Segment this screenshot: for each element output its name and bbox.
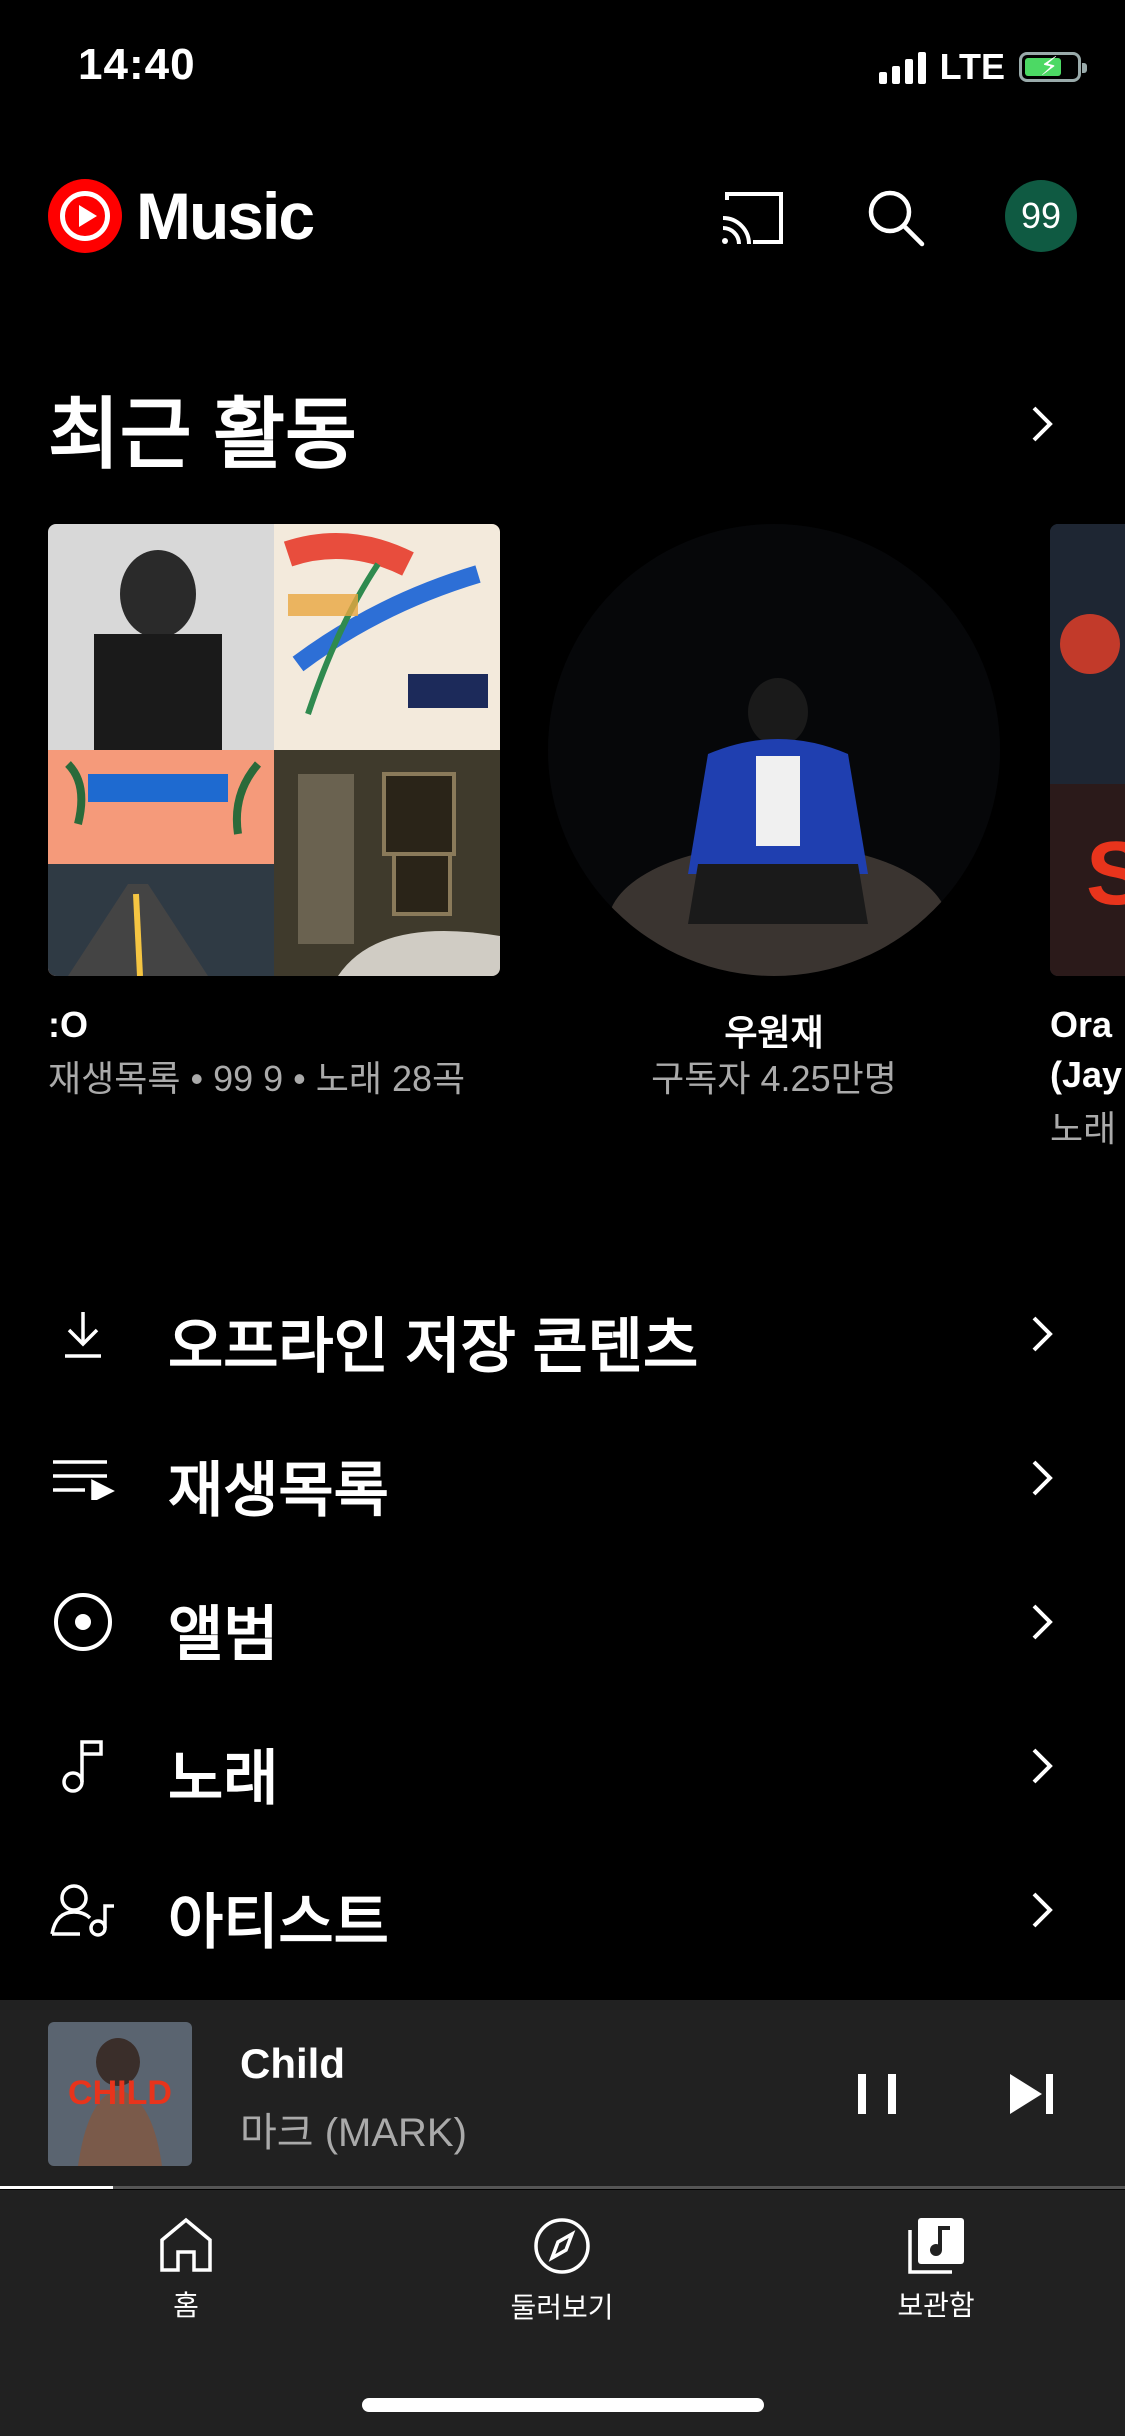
- menu-offline-content[interactable]: 오프라인 저장 콘텐츠: [0, 1262, 1125, 1406]
- network-type: LTE: [939, 46, 1005, 87]
- library-icon: [908, 2218, 964, 2274]
- menu-albums[interactable]: 앨범: [0, 1550, 1125, 1694]
- download-icon: [48, 1299, 118, 1369]
- pause-button[interactable]: [846, 2062, 910, 2126]
- status-time: 14:40: [78, 40, 196, 89]
- search-icon[interactable]: [856, 178, 936, 258]
- menu-artists[interactable]: 아티스트: [0, 1838, 1125, 1982]
- chevron-right-icon: [1022, 1314, 1062, 1359]
- card-subtitle: 구독자 4.25만명: [651, 1058, 897, 1099]
- chevron-right-icon: [1022, 1890, 1062, 1935]
- logo-play-icon: [48, 179, 122, 253]
- artist-photo[interactable]: [548, 524, 1000, 976]
- album-icon: [48, 1587, 118, 1657]
- now-playing-title: Child: [240, 2040, 345, 2087]
- home-indicator: [362, 2398, 764, 2412]
- mini-player[interactable]: CHILD Child 마크 (MARK): [0, 2000, 1125, 2188]
- home-icon: [160, 2217, 212, 2272]
- chevron-right-icon: [1022, 1602, 1062, 1647]
- chevron-right-icon: [1022, 1458, 1062, 1503]
- artist-icon: [48, 1875, 118, 1945]
- playlist-cover[interactable]: [48, 524, 500, 976]
- section-title: 최근 활동: [48, 390, 357, 478]
- menu-label: 재생목록: [168, 1457, 389, 1524]
- nav-label: 보관함: [897, 2290, 975, 2321]
- next-button[interactable]: [1000, 2062, 1064, 2126]
- nav-label: 홈: [173, 2290, 199, 2321]
- card-title-line2: (Jay: [1050, 1054, 1123, 1095]
- nav-explore[interactable]: 둘러보기: [442, 2216, 682, 2326]
- menu-label: 앨범: [168, 1601, 279, 1668]
- nav-home[interactable]: 홈: [66, 2216, 306, 2324]
- menu-label: 아티스트: [168, 1889, 389, 1956]
- section-more-chevron-icon[interactable]: [1022, 404, 1062, 449]
- explore-icon: [534, 2218, 590, 2274]
- battery-icon: ⚡: [1019, 51, 1087, 82]
- music-note-icon: [48, 1731, 118, 1801]
- nav-label: 둘러보기: [510, 2292, 614, 2323]
- chevron-right-icon: [1022, 1746, 1062, 1791]
- now-playing-artist: 마크 (MARK): [240, 2111, 467, 2155]
- art-title-text: CHILD: [68, 2074, 172, 2112]
- card-title: 우원재: [724, 1012, 824, 1053]
- playlist-icon: [48, 1443, 118, 1513]
- cast-icon[interactable]: [712, 178, 792, 258]
- now-playing-art: CHILD: [48, 2022, 192, 2166]
- card-subtitle: 재생목록 • 99 9 • 노래 28곡: [48, 1058, 466, 1099]
- menu-playlists[interactable]: 재생목록: [0, 1406, 1125, 1550]
- signal-icon: [878, 50, 926, 84]
- svg-text:S: S: [1086, 824, 1125, 924]
- status-indicators: LTE ⚡: [878, 46, 1087, 88]
- card-title: :O: [48, 1004, 88, 1045]
- playback-progress[interactable]: [0, 2186, 1125, 2189]
- youtube-music-logo[interactable]: Music: [48, 178, 315, 254]
- menu-songs[interactable]: 노래: [0, 1694, 1125, 1838]
- menu-label: 노래: [168, 1745, 279, 1812]
- card-title: Ora: [1050, 1004, 1113, 1045]
- menu-label: 오프라인 저장 콘텐츠: [168, 1313, 699, 1380]
- nav-library[interactable]: 보관함: [816, 2216, 1056, 2324]
- card-subtitle: 노래: [1050, 1108, 1117, 1149]
- logo-text: Music: [136, 179, 315, 253]
- avatar[interactable]: 99: [1005, 180, 1077, 252]
- album-cover[interactable]: S: [1050, 524, 1125, 976]
